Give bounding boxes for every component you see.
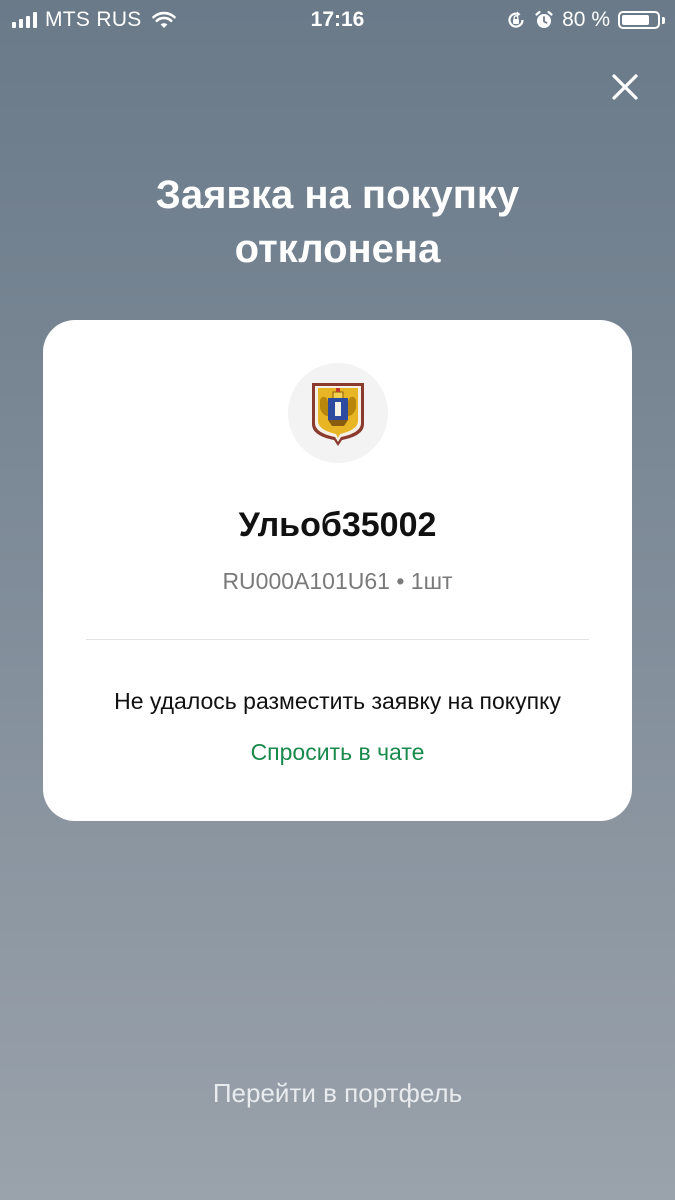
order-card: Ульоб35002 RU000A101U61 • 1шт Не удалось…	[43, 320, 632, 821]
go-to-portfolio-link[interactable]: Перейти в портфель	[0, 1078, 675, 1109]
page-title-line-2: отклонена	[234, 227, 441, 271]
bond-isin-quantity: RU000A101U61 • 1шт	[222, 568, 453, 594]
page-title: Заявка на покупку отклонена	[0, 168, 675, 276]
issuer-logo	[288, 363, 388, 463]
ask-in-chat-link[interactable]: Спросить в чате	[43, 739, 632, 766]
rotation-lock-icon	[508, 11, 524, 28]
battery-body	[618, 11, 660, 29]
divider	[86, 639, 589, 640]
close-button[interactable]	[604, 66, 646, 108]
coat-of-arms-icon	[312, 383, 364, 446]
alarm-icon	[535, 10, 553, 28]
status-bar-right: 80 %	[506, 8, 665, 32]
battery-percent: 80 %	[562, 8, 610, 31]
battery-icon	[618, 11, 665, 29]
status-bar: MTS RUS 17:16 80 %	[0, 0, 675, 40]
battery-fill	[622, 15, 650, 25]
close-icon	[612, 74, 638, 100]
battery-tip	[662, 16, 665, 24]
bond-name: Ульоб35002	[238, 506, 437, 544]
page-title-line-1: Заявка на покупку	[155, 173, 520, 217]
error-message: Не удалось разместить заявку на покупку	[114, 688, 561, 714]
